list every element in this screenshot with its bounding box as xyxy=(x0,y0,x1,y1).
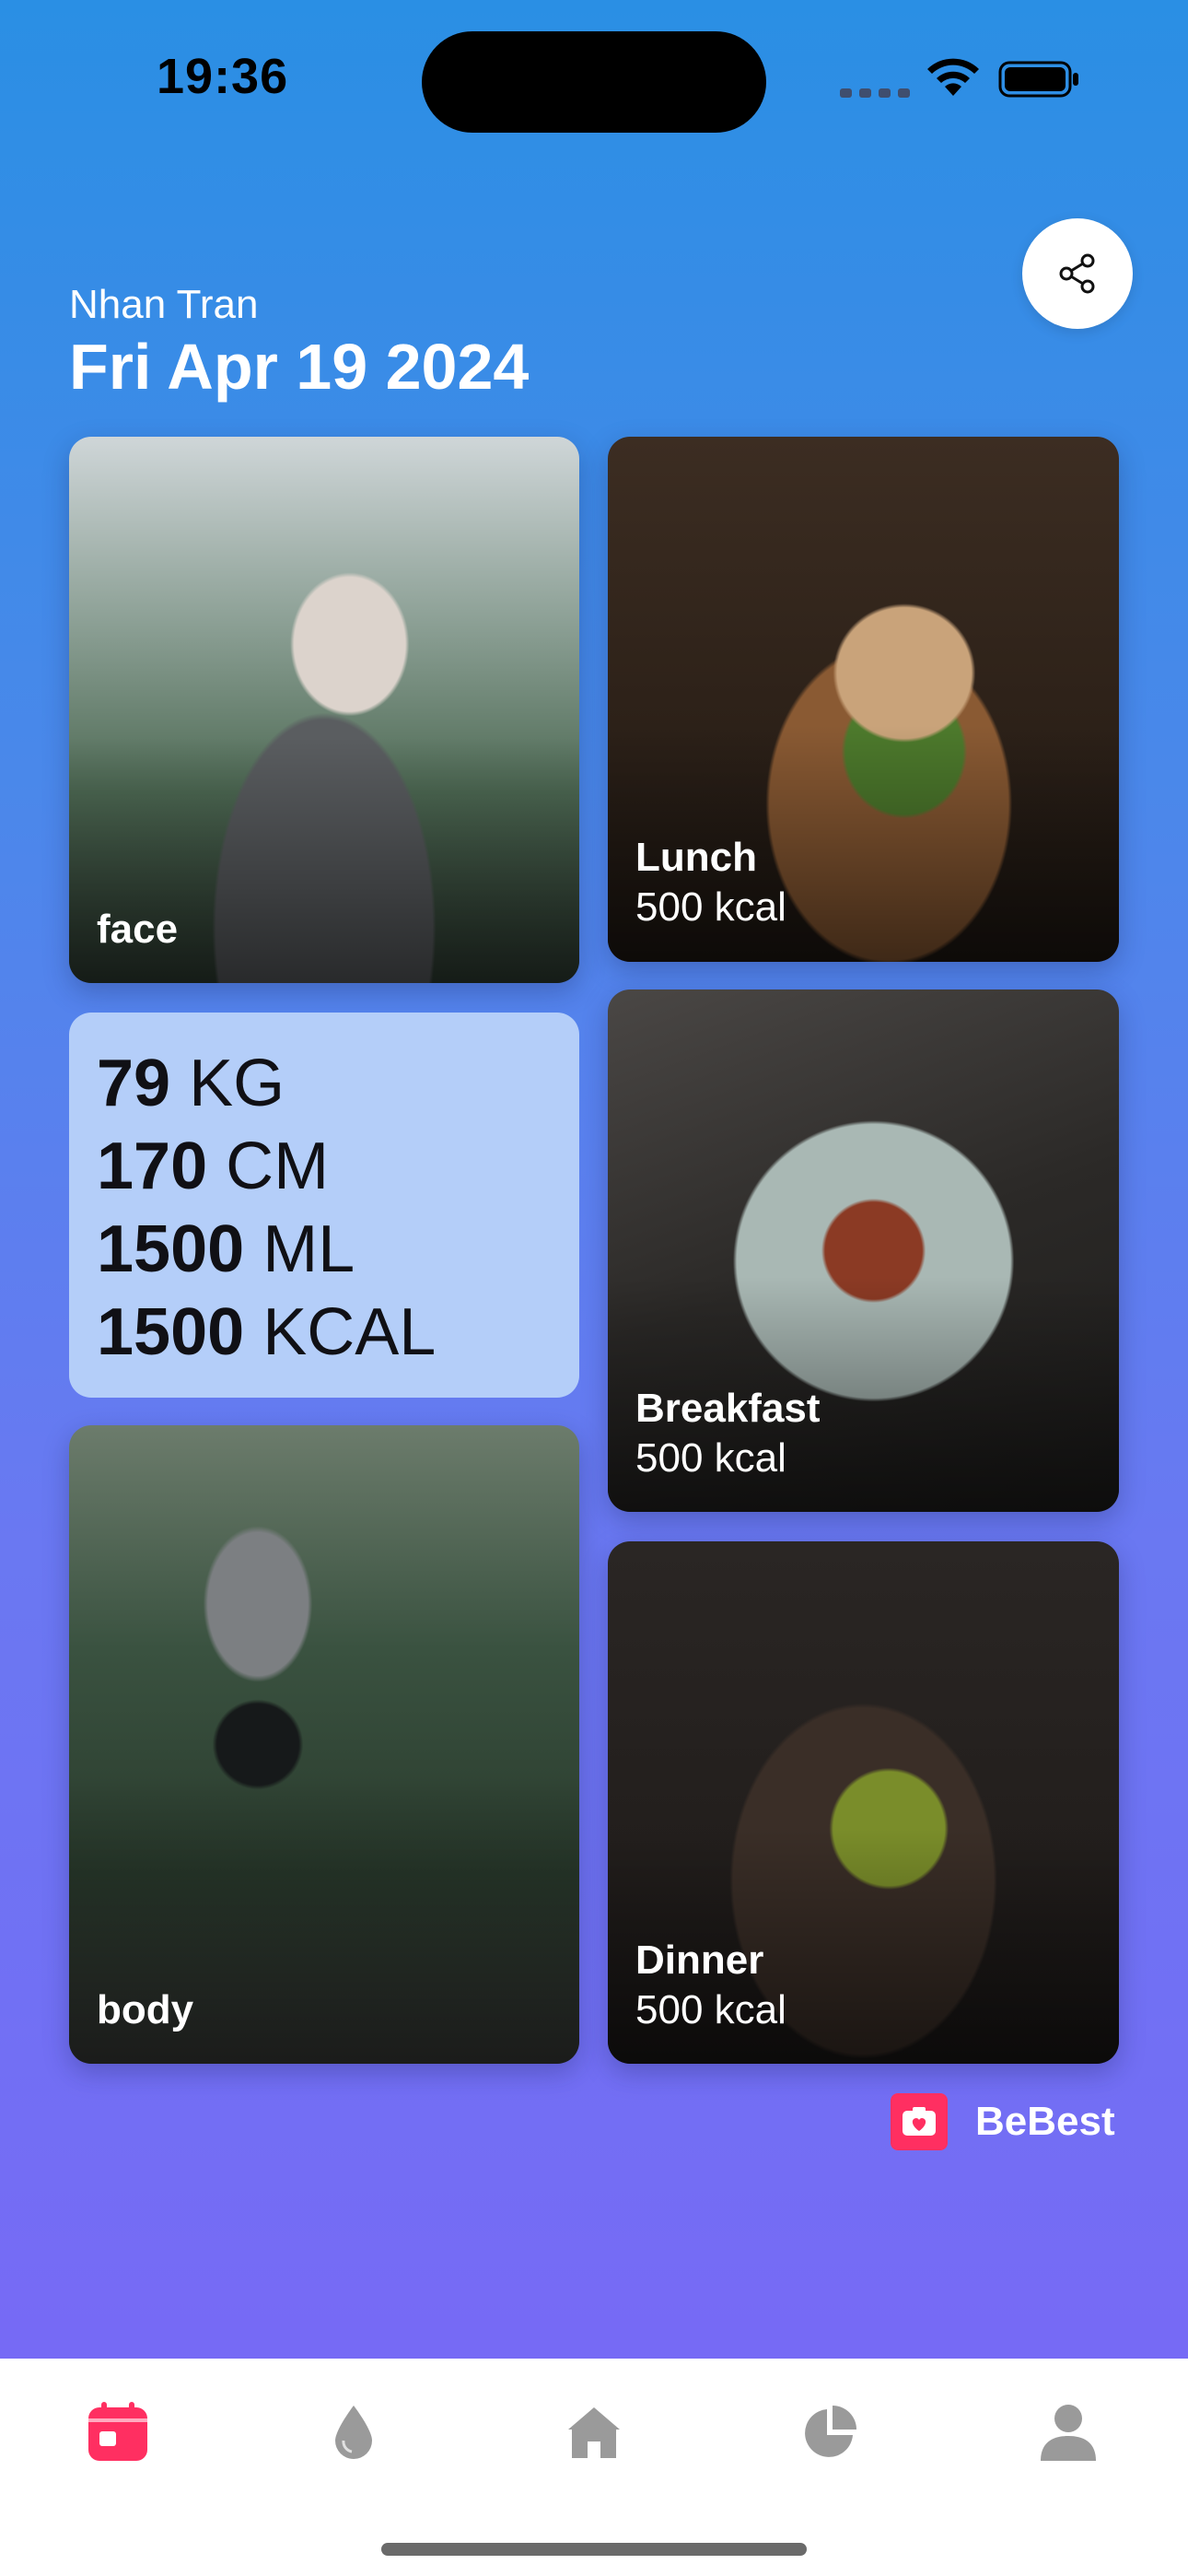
battery-icon xyxy=(998,61,1078,98)
photo-overlay xyxy=(69,437,579,983)
dinner-meal-card[interactable]: Dinner 500 kcal xyxy=(608,1541,1119,2064)
body-photo-card[interactable]: body xyxy=(69,1425,579,2064)
share-icon xyxy=(1059,253,1095,294)
tab-water[interactable] xyxy=(317,2395,390,2469)
user-name: Nhan Tran xyxy=(69,282,259,327)
photo-overlay xyxy=(608,989,1119,1512)
brand: BeBest xyxy=(891,2093,1115,2150)
tab-profile[interactable] xyxy=(1031,2395,1105,2469)
tab-statistics[interactable] xyxy=(793,2395,867,2469)
photo-overlay xyxy=(608,1541,1119,2064)
body-card-label: body xyxy=(97,1987,194,2032)
face-photo-card[interactable]: face xyxy=(69,437,579,983)
profile-icon xyxy=(1041,2405,1096,2461)
share-button[interactable] xyxy=(1022,218,1133,329)
home-icon xyxy=(568,2407,620,2458)
stat-height: 170 CM xyxy=(97,1125,552,1208)
stat-water: 1500 ML xyxy=(97,1208,552,1291)
stat-calories: 1500 KCAL xyxy=(97,1291,552,1374)
wifi-icon xyxy=(927,58,979,96)
stat-weight: 79 KG xyxy=(97,1042,552,1125)
stats-summary-card[interactable]: 79 KG 170 CM 1500 ML 1500 KCAL xyxy=(69,1013,579,1398)
dinner-card-kcal: 500 kcal xyxy=(635,1987,786,2032)
home-indicator xyxy=(381,2543,807,2556)
pie-chart-icon xyxy=(805,2406,856,2457)
brand-logo-icon xyxy=(891,2093,948,2150)
breakfast-card-label: Breakfast xyxy=(635,1386,821,1431)
lunch-card-kcal: 500 kcal xyxy=(635,884,786,930)
stat-unit: ML xyxy=(262,1212,355,1286)
breakfast-meal-card[interactable]: Breakfast 500 kcal xyxy=(608,989,1119,1512)
lunch-meal-card[interactable]: Lunch 500 kcal xyxy=(608,437,1119,962)
dinner-card-label: Dinner xyxy=(635,1938,764,1983)
stat-value: 79 xyxy=(97,1047,171,1120)
breakfast-card-kcal: 500 kcal xyxy=(635,1435,786,1481)
page-title-date: Fri Apr 19 2024 xyxy=(69,331,530,403)
cellular-signal-icon xyxy=(840,88,910,98)
stat-value: 1500 xyxy=(97,1212,245,1286)
stat-unit: CM xyxy=(226,1130,330,1203)
face-card-label: face xyxy=(97,907,179,952)
tab-home[interactable] xyxy=(557,2395,631,2469)
stat-unit: KG xyxy=(189,1047,285,1120)
stat-value: 1500 xyxy=(97,1295,245,1369)
calendar-icon xyxy=(88,2402,147,2461)
photo-overlay xyxy=(69,1425,579,2064)
tab-calendar[interactable] xyxy=(81,2395,155,2469)
brand-name: BeBest xyxy=(975,2099,1115,2144)
photo-overlay xyxy=(608,437,1119,962)
dynamic-island xyxy=(422,31,766,133)
status-time: 19:36 xyxy=(157,49,289,104)
stat-unit: KCAL xyxy=(262,1295,437,1369)
water-drop-icon xyxy=(335,2406,372,2459)
lunch-card-label: Lunch xyxy=(635,835,757,880)
status-indicators xyxy=(840,55,1089,101)
stat-value: 170 xyxy=(97,1130,208,1203)
